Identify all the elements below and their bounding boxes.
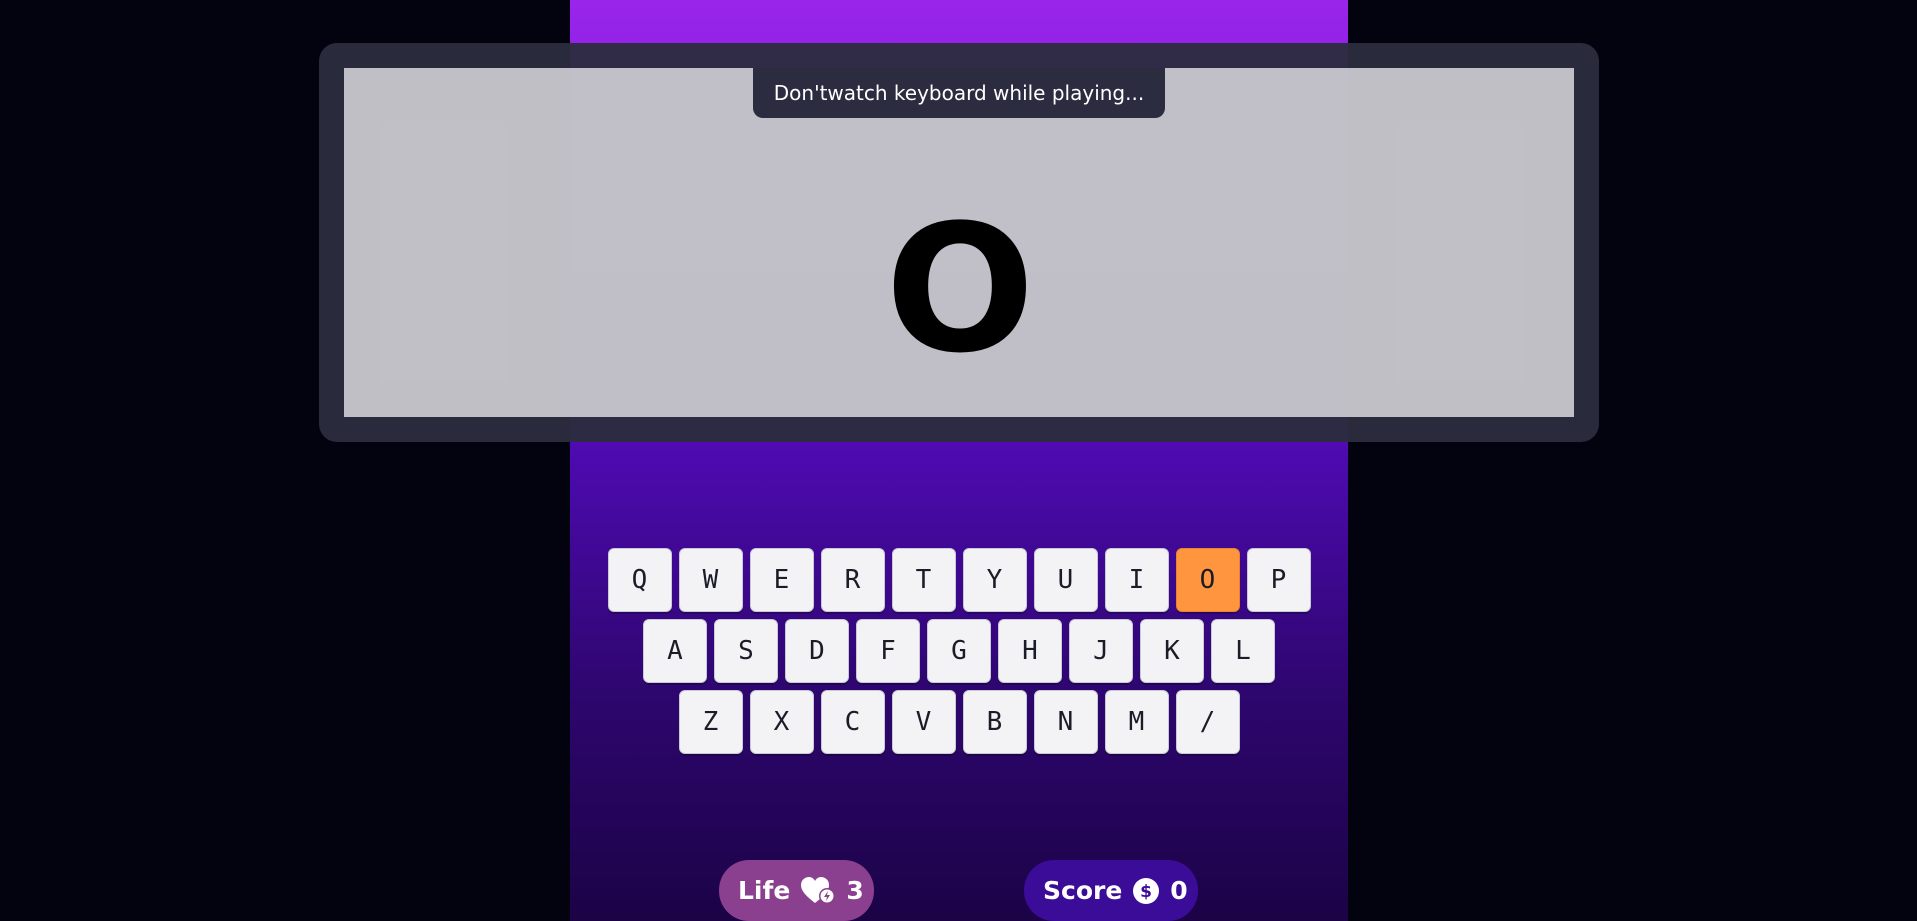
life-value: 3	[846, 876, 864, 905]
key[interactable]: K	[1140, 619, 1204, 683]
key[interactable]: F	[856, 619, 920, 683]
key[interactable]: D	[785, 619, 849, 683]
key[interactable]: M	[1104, 690, 1169, 754]
key[interactable]: T	[891, 548, 956, 612]
key[interactable]: G	[927, 619, 991, 683]
svg-text:$: $	[1140, 882, 1152, 902]
life-counter: Life 3	[719, 860, 874, 921]
key[interactable]: L	[1211, 619, 1275, 683]
hint-tooltip: Don'twatch keyboard while playing...	[753, 68, 1165, 118]
key[interactable]: Z	[678, 690, 743, 754]
key[interactable]: B	[962, 690, 1027, 754]
key[interactable]: R	[820, 548, 885, 612]
key[interactable]: H	[998, 619, 1062, 683]
key[interactable]: A	[643, 619, 707, 683]
life-label: Life	[738, 876, 791, 905]
score-value: 0	[1170, 876, 1188, 905]
key[interactable]: N	[1033, 690, 1098, 754]
on-screen-keyboard: Q W E R T Y U I O P A S D F G H J K L Z …	[570, 548, 1348, 754]
key[interactable]: Q	[607, 548, 672, 612]
key-highlighted[interactable]: O	[1175, 548, 1240, 612]
key[interactable]: /	[1175, 690, 1240, 754]
heart-icon	[800, 876, 836, 906]
key[interactable]: C	[820, 690, 885, 754]
score-counter: Score $ 0	[1024, 860, 1198, 921]
target-letter: O	[885, 187, 1035, 392]
key[interactable]: V	[891, 690, 956, 754]
dollar-coin-icon: $	[1132, 877, 1160, 905]
key[interactable]: X	[749, 690, 814, 754]
key[interactable]: J	[1069, 619, 1133, 683]
key[interactable]: E	[749, 548, 814, 612]
key[interactable]: Y	[962, 548, 1027, 612]
keyboard-row-3: Z X C V B N M /	[678, 690, 1240, 754]
key[interactable]: W	[678, 548, 743, 612]
key[interactable]: I	[1104, 548, 1169, 612]
score-label: Score	[1043, 876, 1123, 905]
key[interactable]: U	[1033, 548, 1098, 612]
key[interactable]: S	[714, 619, 778, 683]
key[interactable]: P	[1246, 548, 1311, 612]
keyboard-row-2: A S D F G H J K L	[643, 619, 1275, 683]
keyboard-row-1: Q W E R T Y U I O P	[607, 548, 1311, 612]
